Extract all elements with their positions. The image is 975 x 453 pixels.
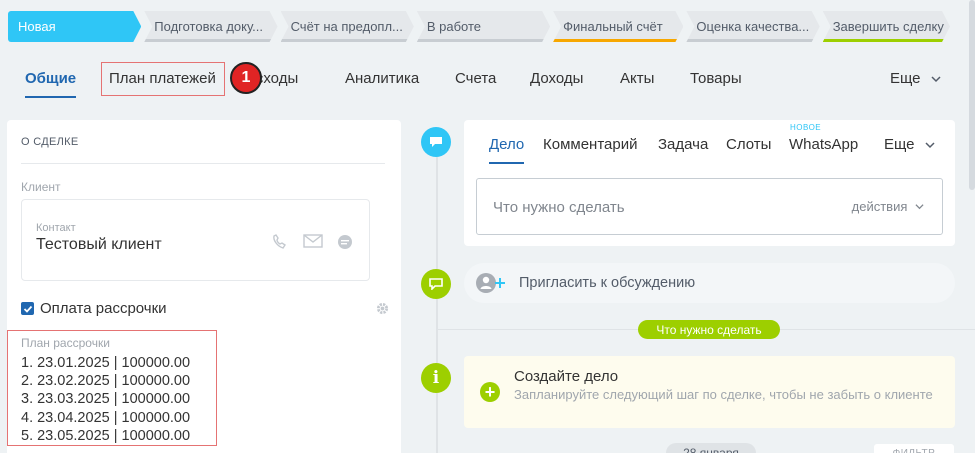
contact-name[interactable]: Тестовый клиент <box>36 236 162 254</box>
activity-tab-comment[interactable]: Комментарий <box>543 136 637 153</box>
activity-tab-todo[interactable]: Задача <box>658 136 708 153</box>
invite-text: Пригласить к обсуждению <box>519 275 696 291</box>
timeline-info-icon: i <box>421 363 451 393</box>
create-title: Создайте дело <box>514 368 619 385</box>
stage-bar <box>686 39 819 42</box>
stage-final-invoice[interactable]: Финальный счёт <box>553 11 683 42</box>
stage-new[interactable]: Новая <box>8 11 141 42</box>
annotation-badge-1: 1 <box>230 62 262 94</box>
contact-box[interactable]: Контакт Тестовый клиент <box>21 199 370 281</box>
activity-editor: Дело Комментарий Задача Слоты НОВОЕ What… <box>464 120 955 246</box>
installment-checkbox[interactable] <box>21 302 34 315</box>
check-icon <box>23 305 32 313</box>
stage-bar <box>417 39 550 42</box>
timeline-comment-icon <box>421 269 451 299</box>
contact-label: Контакт <box>36 222 76 234</box>
phone-icon[interactable] <box>271 234 289 250</box>
activity-tab-slots[interactable]: Слоты <box>726 136 771 153</box>
contact-actions <box>271 234 353 250</box>
highlight-installment-plan <box>7 330 217 446</box>
divider <box>21 163 385 164</box>
tab-income[interactable]: Доходы <box>530 70 583 87</box>
activity-tab-task[interactable]: Дело <box>489 136 525 164</box>
mail-icon[interactable] <box>303 234 323 248</box>
new-tag: НОВОЕ <box>790 123 822 132</box>
todo-placeholder: Что нужно сделать <box>493 199 625 216</box>
plus-icon[interactable]: + <box>480 382 500 402</box>
tab-general[interactable]: Общие <box>25 70 77 98</box>
tab-analytics[interactable]: Аналитика <box>345 70 419 87</box>
stage-bar <box>823 39 950 42</box>
timeline-chat-icon <box>421 127 451 157</box>
pipeline: Новая Подготовка доку... Счёт на предопл… <box>8 11 953 43</box>
chevron-down-icon <box>925 142 935 149</box>
filter-button[interactable]: ФИЛЬТР <box>874 444 954 453</box>
date-pill: 28 января <box>666 443 756 453</box>
create-desc: Запланируйте следующий шаг по сделке, чт… <box>514 387 933 402</box>
scrollbar[interactable] <box>969 0 975 190</box>
client-label: Клиент <box>21 180 61 194</box>
invite-to-discussion[interactable]: Пригласить к обсуждению <box>464 263 955 303</box>
section-title: О СДЕЛКЕ <box>21 136 79 148</box>
stage-quality[interactable]: Оценка качества... <box>686 11 819 42</box>
activity-tab-more[interactable]: Еще <box>884 136 935 153</box>
highlight-payment-plan <box>101 62 225 96</box>
todo-input[interactable]: Что нужно сделать действия <box>476 178 943 235</box>
stage-finish-deal[interactable]: Завершить сделку <box>823 11 950 42</box>
actions-dropdown[interactable]: действия <box>852 199 924 214</box>
chevron-down-icon <box>915 204 924 210</box>
chat-icon[interactable] <box>337 234 353 250</box>
activity-tab-whatsapp[interactable]: WhatsApp <box>789 136 858 153</box>
add-user-icon <box>476 273 505 293</box>
tab-acts[interactable]: Акты <box>620 70 654 87</box>
tab-more[interactable]: Еще <box>890 70 941 87</box>
installment-checkbox-label: Оплата рассрочки <box>40 300 167 317</box>
stage-bar <box>281 39 414 42</box>
stage-docs[interactable]: Подготовка доку... <box>144 11 277 42</box>
stage-bar <box>553 39 683 42</box>
stage-prepay-invoice[interactable]: Счёт на предопл... <box>281 11 414 42</box>
tab-invoices[interactable]: Счета <box>455 70 496 87</box>
stage-bar <box>144 39 277 42</box>
stage-in-progress[interactable]: В работе <box>417 11 550 42</box>
todo-pill: Что нужно сделать <box>638 320 780 339</box>
chevron-down-icon <box>931 76 941 83</box>
create-task-card[interactable]: + Создайте дело Запланируйте следующий ш… <box>464 356 955 428</box>
tab-products[interactable]: Товары <box>690 70 742 87</box>
gear-icon[interactable] <box>376 302 389 315</box>
installment-checkbox-row[interactable]: Оплата рассрочки <box>21 300 167 317</box>
